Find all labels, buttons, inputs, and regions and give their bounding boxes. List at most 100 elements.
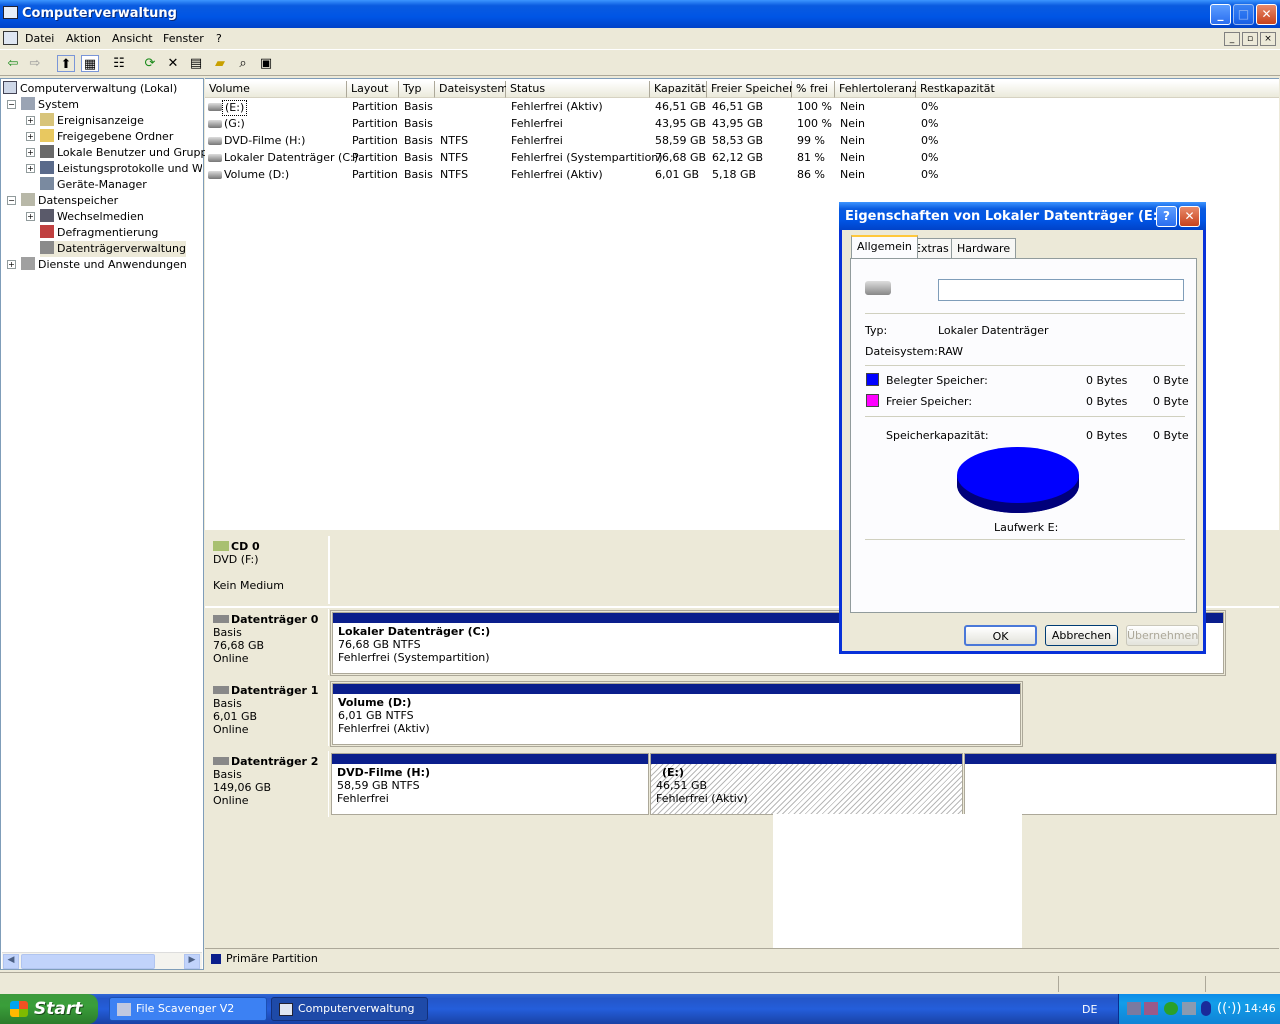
column-header-volume[interactable]: Volume [205, 81, 347, 98]
mdi-restore-button[interactable]: ▫ [1242, 32, 1258, 46]
ok-button[interactable]: OK [964, 625, 1037, 646]
dialog-close-button[interactable]: ✕ [1179, 206, 1200, 227]
partition-e[interactable]: (E:) 46,51 GB Fehlerfrei (Aktiv) [650, 753, 963, 815]
services-icon [21, 257, 35, 270]
show-tree-icon[interactable]: ▦ [81, 55, 99, 72]
tree-item-dienste[interactable]: Dienste und Anwendungen [21, 257, 187, 273]
menu-datei[interactable]: Datei [25, 32, 54, 45]
open-folder-icon[interactable]: ▰ [211, 55, 229, 72]
expand-icon[interactable]: + [26, 212, 35, 221]
tab-allgemein[interactable]: Allgemein [851, 235, 918, 259]
clock[interactable]: 14:46 [1244, 1002, 1276, 1015]
tree-item-geraete-manager[interactable]: Geräte-Manager [40, 177, 147, 193]
language-indicator[interactable]: DE [1082, 1003, 1097, 1016]
refresh-icon[interactable]: ⟳ [141, 55, 159, 72]
check-disk-icon[interactable]: ▤ [187, 55, 205, 72]
scrollbar-thumb[interactable] [21, 954, 155, 969]
pie-top [957, 447, 1079, 503]
volume-name-cell[interactable]: DVD-Filme (H:) [224, 134, 305, 148]
column-header-freier-speicher[interactable]: Freier Speicher [707, 81, 794, 98]
system-menu-icon[interactable] [3, 31, 18, 45]
column-header-layout[interactable]: Layout [347, 81, 399, 98]
volume-name-input[interactable] [938, 279, 1184, 301]
column-header-restkapazitaet[interactable]: Restkapazität [916, 81, 1279, 98]
forward-icon[interactable]: ⇨ [26, 55, 44, 72]
tree-item-lokale-benutzer[interactable]: Lokale Benutzer und Gruppen [40, 145, 221, 161]
tree-item-freigegebene-ordner[interactable]: Freigegebene Ordner [40, 129, 173, 145]
help-button[interactable]: ? [1156, 206, 1177, 227]
tab-hardware[interactable]: Hardware [951, 238, 1017, 258]
tree-item-leistungsprotokolle[interactable]: Leistungsprotokolle und Warnungen [40, 161, 202, 177]
volume-name-cell[interactable]: (E:) [222, 100, 248, 116]
column-header-status[interactable]: Status [506, 81, 650, 98]
menu-ansicht[interactable]: Ansicht [112, 32, 153, 45]
collapse-icon[interactable]: − [7, 196, 16, 205]
expand-icon[interactable]: + [26, 148, 35, 157]
tree-item-wechselmedien[interactable]: Wechselmedien [40, 209, 144, 225]
tree-item-ereignisanzeige[interactable]: Ereignisanzeige [40, 113, 144, 129]
volume-cell: Nein [840, 100, 866, 113]
maximize-button[interactable]: □ [1233, 4, 1254, 25]
delete-icon[interactable]: ✕ [164, 55, 182, 72]
up-folder-icon[interactable]: ⬆ [57, 55, 75, 72]
menu-aktion[interactable]: Aktion [66, 32, 101, 45]
cancel-button[interactable]: Abbrechen [1045, 625, 1118, 646]
collapse-icon[interactable]: − [7, 100, 16, 109]
volume-drive-icon [208, 137, 222, 145]
volume-cell: 99 % [797, 134, 825, 147]
minimize-button[interactable]: _ [1210, 4, 1231, 25]
bluetooth-icon[interactable] [1201, 1001, 1211, 1016]
partition-h[interactable]: DVD-Filme (H:) 58,59 GB NTFS Fehlerfrei [331, 753, 649, 815]
taskbar-item-file-scavenger[interactable]: File Scavenger V2 [109, 997, 267, 1021]
column-header-typ[interactable]: Typ [399, 81, 435, 98]
scroll-right-icon[interactable]: ▶ [184, 954, 200, 969]
disk-label-1[interactable]: Datenträger 1 Basis 6,01 GB Online [207, 680, 329, 746]
expand-icon[interactable]: + [26, 132, 35, 141]
expand-icon[interactable]: + [26, 164, 35, 173]
disk-label-2[interactable]: Datenträger 2 Basis 149,06 GB Online [207, 751, 329, 817]
network-icon[interactable] [1127, 1002, 1141, 1015]
expand-icon[interactable]: + [26, 116, 35, 125]
disk-properties-icon[interactable]: ▣ [257, 55, 275, 72]
tray-tool-icon[interactable] [1182, 1002, 1196, 1015]
partition-g[interactable] [964, 753, 1277, 815]
back-icon[interactable]: ⇦ [4, 55, 22, 72]
tree-item-defragmentierung[interactable]: Defragmentierung [40, 225, 158, 241]
volume-name-cell[interactable]: Volume (D:) [224, 168, 289, 182]
tray-app-icon[interactable] [1144, 1002, 1158, 1015]
taskbar-item-computerverwaltung[interactable]: Computerverwaltung [271, 997, 428, 1021]
volume-name-cell[interactable]: (G:) [224, 117, 245, 131]
mdi-minimize-button[interactable]: _ [1224, 32, 1240, 46]
device-manager-icon [40, 177, 54, 190]
column-header-kapazitaet[interactable]: Kapazität [650, 81, 707, 98]
tree-item-root[interactable]: Computerverwaltung (Lokal) [3, 81, 177, 97]
start-button[interactable]: Start [0, 994, 98, 1024]
column-header-dateisystem[interactable]: Dateisystem [435, 81, 508, 98]
volume-name-cell[interactable]: Lokaler Datenträger (C:) [224, 151, 358, 165]
disk-label-0[interactable]: Datenträger 0 Basis 76,68 GB Online [207, 609, 329, 675]
tree-item-datentraegerverwaltung[interactable]: Datenträgerverwaltung [40, 241, 186, 257]
volume-cell: Nein [840, 151, 866, 164]
mdi-close-button[interactable]: × [1260, 32, 1276, 46]
divider [865, 416, 1185, 417]
window-title: Computerverwaltung [22, 6, 177, 21]
menu-help[interactable]: ? [216, 32, 222, 45]
scroll-left-icon[interactable]: ◀ [3, 954, 19, 969]
disk-state: Online [213, 652, 249, 665]
menu-fenster[interactable]: Fenster [163, 32, 204, 45]
apply-button[interactable]: Übernehmen [1126, 625, 1199, 646]
tree-item-system[interactable]: System [21, 97, 79, 113]
security-icon[interactable] [1164, 1002, 1178, 1015]
properties-icon[interactable]: ☷ [110, 55, 128, 72]
close-button[interactable]: ✕ [1256, 4, 1277, 25]
column-header-fehlertoleranz[interactable]: Fehlertoleranz [835, 81, 918, 98]
expand-icon[interactable]: + [7, 260, 16, 269]
column-header-prozent-frei[interactable]: % frei [792, 81, 835, 98]
tree-item-datenspeicher[interactable]: Datenspeicher [21, 193, 118, 209]
search-icon[interactable]: ⌕ [234, 55, 252, 72]
partition-d[interactable]: Volume (D:) 6,01 GB NTFS Fehlerfrei (Akt… [332, 683, 1021, 745]
redraw-artifact [773, 814, 1022, 948]
tree-horizontal-scrollbar[interactable]: ◀ ▶ [2, 952, 202, 969]
wireless-icon[interactable]: ((·)) [1217, 1001, 1241, 1016]
disk-label-cd0[interactable]: CD 0 DVD (F:) Kein Medium [207, 536, 329, 604]
